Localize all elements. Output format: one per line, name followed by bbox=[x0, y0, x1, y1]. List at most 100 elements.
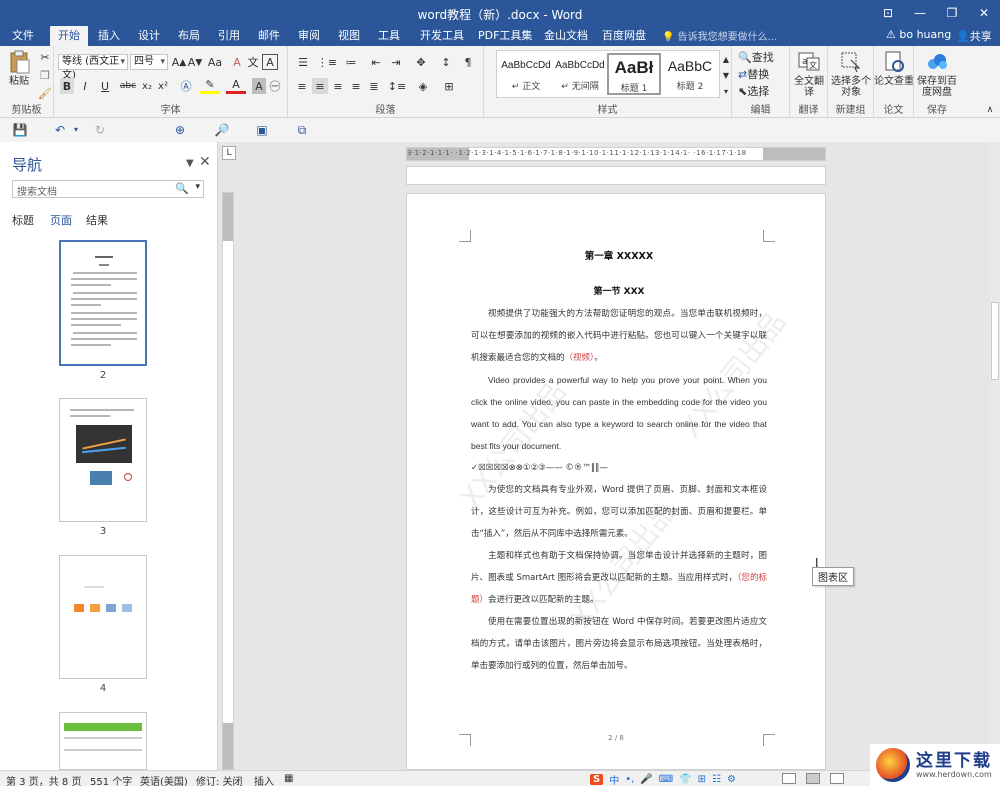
search-dropdown-icon[interactable]: ▾ bbox=[195, 182, 200, 192]
collapse-ribbon-icon[interactable]: ∧ bbox=[984, 104, 996, 116]
paste-button[interactable]: 粘贴 bbox=[2, 50, 36, 87]
nav-tab-results[interactable]: 结果 bbox=[86, 212, 108, 228]
phonetic-icon[interactable]: 文 bbox=[246, 54, 260, 70]
tab-kingsoft-docs[interactable]: 金山文档 bbox=[536, 26, 596, 46]
page-thumbnail-4[interactable] bbox=[59, 555, 147, 679]
font-size-select[interactable]: 四号 bbox=[130, 54, 168, 70]
enclose-char-icon[interactable]: ㊀ bbox=[268, 78, 282, 94]
style-no-spacing[interactable]: AaBbCcDd ↵ 无间隔 bbox=[553, 53, 607, 95]
page-thumbnail-5[interactable] bbox=[59, 712, 147, 770]
italic-button[interactable]: I bbox=[78, 78, 92, 94]
horizontal-ruler[interactable]: 3·1·2·1·1·1· ·1·2·1·3·1·4·1·5·1·6·1·7·1·… bbox=[406, 147, 826, 161]
read-mode-icon[interactable] bbox=[782, 773, 796, 784]
tab-file[interactable]: 文件 bbox=[4, 26, 42, 46]
style-heading-2[interactable]: AaBbC 标题 2 bbox=[663, 53, 717, 95]
tab-home[interactable]: 开始 bbox=[50, 26, 88, 46]
scrollbar-thumb[interactable] bbox=[991, 302, 999, 380]
ime-punctuation-icon[interactable]: •, bbox=[625, 774, 634, 785]
status-track-changes[interactable]: 修订: 关闭 bbox=[196, 773, 243, 786]
ime-chinese-mode[interactable]: 中 bbox=[609, 772, 619, 786]
document-page[interactable]: XX公司出品 XX公司出品 XX公司出品 第一章 XXXXX 第一节 XXX 视… bbox=[406, 193, 826, 770]
vertical-ruler[interactable] bbox=[222, 192, 234, 770]
decrease-indent-icon[interactable]: ⇤ bbox=[368, 54, 384, 70]
select-multiple-objects-button[interactable]: 选择多个对象 bbox=[828, 50, 874, 98]
tab-mailings[interactable]: 邮件 bbox=[250, 26, 288, 46]
restore-button[interactable]: ❐ bbox=[936, 0, 968, 26]
nav-tab-pages[interactable]: 页面 bbox=[50, 212, 72, 228]
keyboard-icon[interactable]: ⌨ bbox=[659, 774, 673, 785]
shrink-font-icon[interactable]: A ▼ bbox=[188, 54, 203, 70]
page-thumbnail-3[interactable] bbox=[59, 398, 147, 522]
nav-search-input[interactable]: 搜索文档 🔍 ▾ bbox=[12, 180, 204, 198]
tab-tools[interactable]: 工具 bbox=[370, 26, 408, 46]
tab-pdf-tools[interactable]: PDF工具集 bbox=[470, 26, 540, 46]
save-icon[interactable]: 💾 bbox=[12, 122, 28, 138]
status-insert-mode[interactable]: 插入 bbox=[254, 773, 274, 786]
tab-layout[interactable]: 布局 bbox=[170, 26, 208, 46]
redo-icon[interactable]: ↻ bbox=[92, 122, 108, 138]
subscript-button[interactable]: x₂ bbox=[140, 78, 154, 94]
chinese-layout-icon[interactable]: ✥ bbox=[412, 54, 430, 70]
copy-icon[interactable]: ❐ bbox=[38, 68, 52, 82]
underline-button[interactable]: U bbox=[96, 78, 114, 94]
paper-check-button[interactable]: 论文查重 bbox=[874, 50, 914, 87]
multilevel-list-icon[interactable]: ≔ bbox=[342, 54, 360, 70]
align-center-icon[interactable]: ≡ bbox=[312, 78, 328, 94]
toolbox-icon[interactable]: ⊞ bbox=[698, 774, 706, 785]
bold-button[interactable]: B bbox=[60, 78, 74, 94]
sort-icon[interactable]: ↕ bbox=[438, 54, 454, 70]
font-name-select[interactable]: 等线 (西文正文) bbox=[58, 54, 128, 81]
undo-dropdown-icon[interactable]: ▾ bbox=[68, 122, 84, 138]
tab-review[interactable]: 审阅 bbox=[290, 26, 328, 46]
borders-icon[interactable]: ⊞ bbox=[440, 78, 458, 94]
change-case-button[interactable]: Aa bbox=[204, 54, 226, 70]
find-button[interactable]: 🔍 查找 bbox=[738, 50, 774, 65]
close-button[interactable]: ✕ bbox=[968, 0, 1000, 26]
screenshot-icon[interactable]: ▣ bbox=[254, 122, 270, 138]
align-left-icon[interactable]: ≡ bbox=[294, 78, 310, 94]
show-marks-icon[interactable]: ¶ bbox=[460, 54, 476, 70]
ime-menu-icon[interactable]: ☷ bbox=[712, 774, 721, 785]
grow-font-icon[interactable]: A ▲ bbox=[172, 54, 187, 70]
strikethrough-button[interactable]: abc bbox=[118, 78, 138, 94]
macro-record-icon[interactable]: ▦ bbox=[284, 773, 293, 784]
nav-tab-headings[interactable]: 标题 bbox=[12, 212, 34, 228]
align-right-icon[interactable]: ≡ bbox=[330, 78, 346, 94]
ribbon-display-options-button[interactable]: ⊡ bbox=[872, 0, 904, 26]
print-preview-icon[interactable]: 🔎 bbox=[214, 122, 230, 138]
status-page-count[interactable]: 第 3 页，共 8 页 bbox=[6, 773, 81, 786]
tab-baidu-netdisk[interactable]: 百度网盘 bbox=[594, 26, 654, 46]
tab-references[interactable]: 引用 bbox=[210, 26, 248, 46]
tell-me-search[interactable]: 💡 告诉我您想要做什么... bbox=[662, 28, 777, 43]
tab-developer[interactable]: 开发工具 bbox=[412, 26, 472, 46]
text-effects-icon[interactable]: Ⓐ bbox=[178, 78, 194, 94]
user-account[interactable]: ⚠ bo huang bbox=[886, 28, 951, 41]
status-language[interactable]: 英语(美国) bbox=[140, 773, 188, 786]
skin-icon[interactable]: 👕 bbox=[679, 774, 691, 785]
undo-icon[interactable]: ↶ bbox=[52, 122, 68, 138]
vertical-scrollbar[interactable] bbox=[990, 142, 1000, 770]
increase-indent-icon[interactable]: ⇥ bbox=[388, 54, 404, 70]
sogou-icon[interactable]: S bbox=[590, 773, 604, 785]
nav-options-icon[interactable]: ▼ bbox=[186, 158, 194, 169]
char-border-icon[interactable]: A bbox=[262, 54, 278, 70]
format-painter-icon[interactable]: 🖌 bbox=[38, 86, 52, 100]
nav-close-icon[interactable]: ✕ bbox=[199, 154, 211, 170]
cut-icon[interactable]: ✂ bbox=[38, 50, 52, 64]
status-word-count[interactable]: 551 个字 bbox=[90, 773, 132, 786]
tab-insert[interactable]: 插入 bbox=[90, 26, 128, 46]
bullets-icon[interactable]: ☰ bbox=[294, 54, 312, 70]
line-spacing-icon[interactable]: ↕≡ bbox=[388, 78, 406, 94]
tab-selector-button[interactable]: L bbox=[222, 146, 236, 160]
page-thumbnail-2[interactable] bbox=[59, 240, 147, 366]
save-to-baidu-button[interactable]: 保存到百度网盘 bbox=[914, 50, 960, 98]
search-icon[interactable]: 🔍 bbox=[175, 182, 189, 195]
style-heading-1[interactable]: AaBł 标题 1 bbox=[607, 53, 661, 95]
full-translate-button[interactable]: a文 全文翻译 bbox=[790, 50, 828, 98]
font-color-button[interactable]: A bbox=[226, 78, 246, 94]
share-button[interactable]: 👤共享 bbox=[956, 28, 992, 44]
window-arrange-icon[interactable]: ⧉ bbox=[294, 122, 310, 138]
justify-icon[interactable]: ≡ bbox=[348, 78, 364, 94]
minimize-button[interactable]: — bbox=[904, 0, 936, 26]
microphone-icon[interactable]: 🎤 bbox=[640, 774, 652, 785]
